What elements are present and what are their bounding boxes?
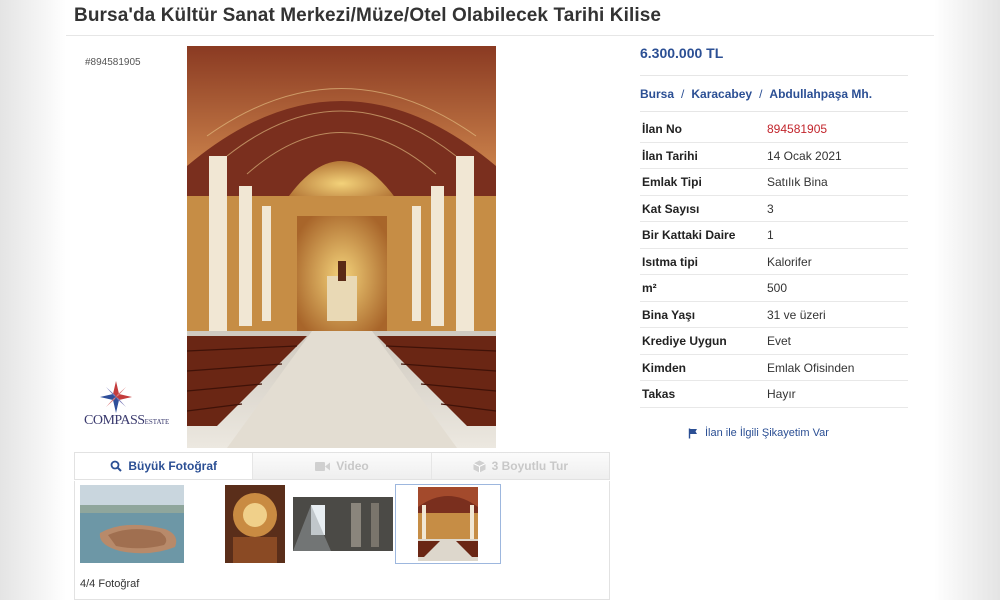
price: 6.300.000 TL xyxy=(640,45,724,61)
detail-value: Evet xyxy=(767,334,792,348)
thumbnail-4[interactable] xyxy=(395,484,501,564)
detail-key: İlan Tarihi xyxy=(642,148,698,163)
detail-value: Hayır xyxy=(767,387,796,401)
detail-row-swap: Takas Hayır xyxy=(640,381,908,408)
complaint-link-label: İlan ile İlgili Şikayetim Var xyxy=(705,427,829,439)
breadcrumb-district[interactable]: Karacabey xyxy=(691,87,752,101)
detail-key: Krediye Uygun xyxy=(642,334,727,348)
detail-value: 894581905 xyxy=(767,122,828,136)
detail-value: 31 ve üzeri xyxy=(767,307,826,322)
detail-row-seller: Kimden Emlak Ofisinden xyxy=(640,355,908,381)
thumbnail-image xyxy=(291,485,395,563)
tab-3d-tour[interactable]: 3 Boyutlu Tur xyxy=(432,453,609,479)
tab-label: Video xyxy=(336,459,369,473)
detail-row-units-per-floor: Bir Kattaki Daire 1 xyxy=(640,222,908,249)
media-tabs: Büyük Fotoğraf Video 3 Boyutlu Tur xyxy=(74,452,610,480)
listing-id-label: #894581905 xyxy=(85,57,141,68)
detail-key: Bir Kattaki Daire xyxy=(642,228,736,242)
search-icon xyxy=(110,460,123,472)
listing-page: Bursa'da Kültür Sanat Merkezi/Müze/Otel … xyxy=(66,0,934,600)
thumbnail-1[interactable] xyxy=(79,484,185,564)
detail-value: Emlak Ofisinden xyxy=(767,360,855,375)
thumbnail-image xyxy=(396,485,500,563)
divider xyxy=(640,75,908,76)
detail-key: Kat Sayısı xyxy=(642,201,700,216)
agency-logo-text: COMPASSESTATE xyxy=(84,413,170,428)
detail-value: Satılık Bina xyxy=(767,175,828,189)
cube-icon xyxy=(472,460,486,472)
title-divider xyxy=(66,35,934,36)
detail-key: İlan No xyxy=(642,122,683,136)
video-camera-icon xyxy=(315,461,331,471)
divider xyxy=(640,111,908,112)
detail-value: 500 xyxy=(767,281,788,295)
tab-large-photo[interactable]: Büyük Fotoğraf xyxy=(75,453,254,479)
detail-row-listing-no: İlan No 894581905 xyxy=(640,116,908,143)
detail-key: Emlak Tipi xyxy=(642,175,702,189)
breadcrumb: Bursa / Karacabey / Abdullahpaşa Mh. xyxy=(640,87,873,101)
detail-value: 1 xyxy=(767,228,774,242)
detail-row-heating: Isıtma tipi Kalorifer xyxy=(640,249,908,275)
agency-logo[interactable]: COMPASSESTATE xyxy=(84,380,169,440)
detail-row-area: m² 500 xyxy=(640,275,908,302)
breadcrumb-city[interactable]: Bursa xyxy=(640,87,674,101)
church-interior-image xyxy=(187,46,496,448)
photo-count: 4/4 Fotoğraf xyxy=(80,578,140,590)
detail-value: 3 xyxy=(767,201,774,216)
detail-row-property-type: Emlak Tipi Satılık Bina xyxy=(640,169,908,196)
details-table: İlan No 894581905 İlan Tarihi 14 Ocak 2021… xyxy=(640,116,908,408)
thumbnail-3[interactable] xyxy=(290,484,396,564)
detail-key: Isıtma tipi xyxy=(642,254,699,269)
complaint-link[interactable]: İlan ile İlgili Şikayetim Var xyxy=(688,427,829,439)
detail-value: Kalorifer xyxy=(767,254,812,269)
detail-value: 14 Ocak 2021 xyxy=(767,148,842,163)
tab-label: Büyük Fotoğraf xyxy=(128,459,217,473)
breadcrumb-neighborhood[interactable]: Abdullahpaşa Mh. xyxy=(769,87,872,101)
main-photo[interactable] xyxy=(187,46,496,448)
detail-row-listing-date: İlan Tarihi 14 Ocak 2021 xyxy=(640,143,908,169)
detail-key: Takas xyxy=(642,387,676,401)
detail-row-building-age: Bina Yaşı 31 ve üzeri xyxy=(640,302,908,328)
tab-video[interactable]: Video xyxy=(253,453,432,479)
detail-row-floor-count: Kat Sayısı 3 xyxy=(640,196,908,222)
detail-key: Kimden xyxy=(642,360,687,375)
compass-star-icon xyxy=(100,381,132,413)
detail-key: Bina Yaşı xyxy=(642,307,696,322)
detail-row-credit-eligible: Krediye Uygun Evet xyxy=(640,328,908,355)
thumbnail-strip: 4/4 Fotoğraf xyxy=(74,481,610,600)
thumbnail-image xyxy=(80,485,184,563)
tab-label: 3 Boyutlu Tur xyxy=(491,459,569,473)
detail-key: m² xyxy=(642,281,657,295)
flag-icon xyxy=(688,428,697,438)
page-title: Bursa'da Kültür Sanat Merkezi/Müze/Otel … xyxy=(74,5,662,26)
